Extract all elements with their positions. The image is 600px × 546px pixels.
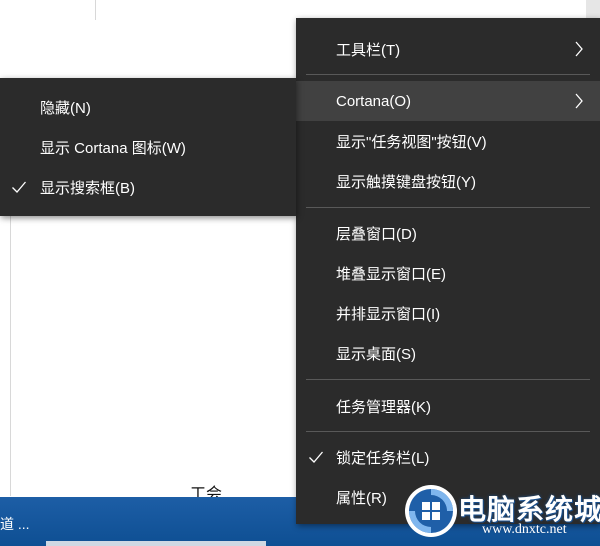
submenu-item-show-cortana-icon[interactable]: 显示 Cortana 图标(W): [0, 127, 296, 167]
menu-item-cortana[interactable]: Cortana(O): [296, 81, 600, 121]
menu-item-label: 隐藏(N): [40, 99, 91, 117]
submenu-item-show-search-box[interactable]: 显示搜索框(B): [0, 167, 296, 207]
menu-item-show-desktop[interactable]: 显示桌面(S): [296, 333, 600, 373]
menu-item-label: 显示 Cortana 图标(W): [40, 139, 186, 157]
background-text: 工会: [190, 486, 223, 497]
menu-separator: [306, 379, 590, 380]
menu-item-cascade-windows[interactable]: 层叠窗口(D): [296, 213, 600, 253]
menu-separator: [306, 74, 590, 75]
watermark-site: www.dnxtc.net: [482, 522, 567, 537]
menu-item-label: 显示桌面(S): [336, 345, 416, 363]
menu-item-lock-taskbar[interactable]: 锁定任务栏(L): [296, 437, 600, 477]
checkmark-icon: [12, 181, 26, 193]
menu-item-label: 工具栏(T): [336, 41, 401, 59]
site-logo-icon: [405, 485, 457, 537]
site-watermark: 电脑系统城 www.dnxtc.net: [398, 478, 600, 544]
background-divider: [95, 0, 96, 20]
menu-item-label: 层叠窗口(D): [336, 225, 417, 243]
menu-item-label: 显示搜索框(B): [40, 179, 135, 197]
menu-item-task-manager[interactable]: 任务管理器(K): [296, 386, 600, 426]
menu-item-stack-windows[interactable]: 堆叠显示窗口(E): [296, 253, 600, 293]
checkmark-icon: [309, 451, 323, 463]
menu-item-label: 任务管理器(K): [336, 398, 431, 416]
menu-item-label: 并排显示窗口(I): [336, 305, 441, 323]
menu-item-side-by-side-windows[interactable]: 并排显示窗口(I): [296, 293, 600, 333]
chevron-right-icon: [575, 41, 583, 57]
menu-item-label: Cortana(O): [336, 92, 412, 110]
menu-item-label: 显示触摸键盘按钮(Y): [336, 173, 476, 191]
window-scrollbar-edge: [586, 0, 600, 18]
taskbar-search-text[interactable]: 道 ...: [0, 514, 30, 534]
background-divider: [10, 196, 11, 496]
chevron-right-icon: [575, 93, 583, 109]
menu-item-touch-keyboard-button[interactable]: 显示触摸键盘按钮(Y): [296, 161, 600, 201]
taskbar-app-strip[interactable]: [46, 541, 266, 546]
menu-item-label: 堆叠显示窗口(E): [336, 265, 446, 283]
cortana-submenu: 隐藏(N) 显示 Cortana 图标(W) 显示搜索框(B): [0, 78, 296, 216]
menu-item-label: 属性(R): [336, 489, 387, 507]
menu-separator: [306, 207, 590, 208]
menu-item-label: 锁定任务栏(L): [336, 449, 430, 467]
menu-item-label: 显示"任务视图"按钮(V): [336, 133, 487, 151]
menu-item-toolbars[interactable]: 工具栏(T): [296, 29, 600, 69]
submenu-item-hide[interactable]: 隐藏(N): [0, 87, 296, 127]
menu-item-task-view-button[interactable]: 显示"任务视图"按钮(V): [296, 121, 600, 161]
menu-separator: [306, 431, 590, 432]
taskbar-context-menu: 工具栏(T) Cortana(O) 显示"任务视图"按钮(V) 显示触摸键盘按钮…: [296, 18, 600, 524]
